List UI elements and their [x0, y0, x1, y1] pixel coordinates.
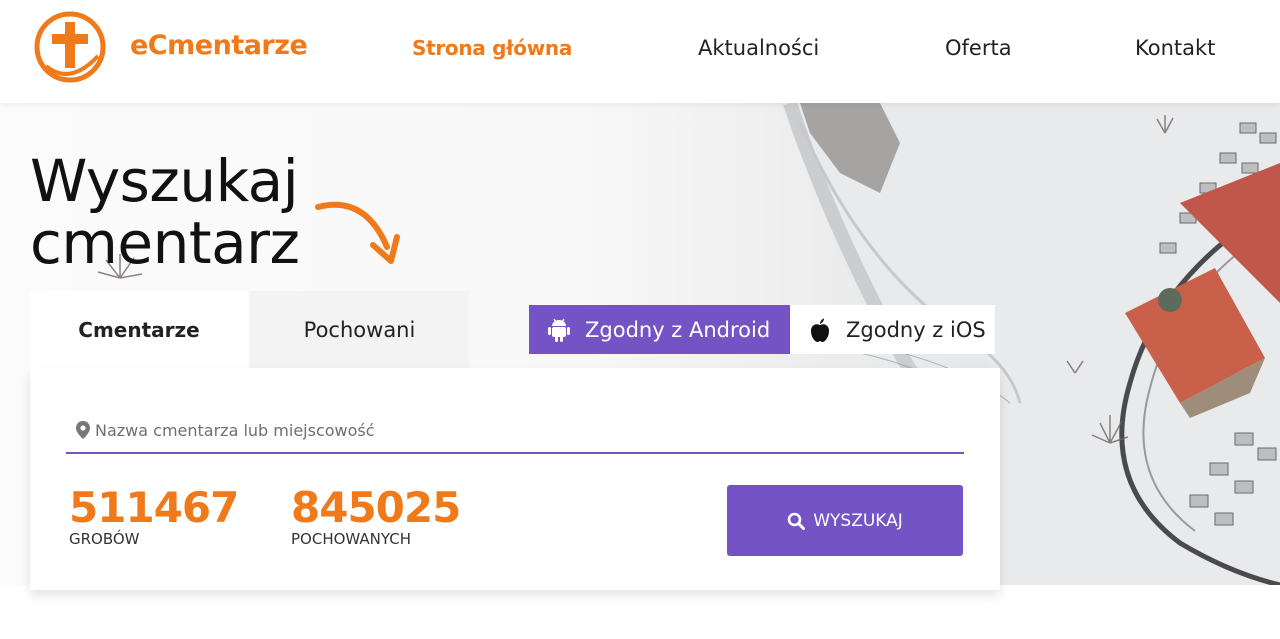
brand-name[interactable]: eCmentarze — [130, 30, 308, 61]
stat-buried-label: POCHOWANYCH — [291, 530, 411, 548]
ios-badge-label: Zgodny z iOS — [846, 317, 986, 342]
search-placeholder: Nazwa cmentarza lub miejscowość — [95, 420, 375, 440]
android-badge-label: Zgodny z Android — [585, 317, 771, 342]
android-icon — [548, 318, 570, 342]
hero-title: Wyszukaj cmentarz — [30, 147, 300, 277]
apple-icon — [811, 318, 829, 342]
search-button[interactable]: WYSZUKAJ — [727, 485, 963, 556]
tab-buried[interactable]: Pochowani — [250, 291, 469, 368]
search-button-label: WYSZUKAJ — [813, 510, 903, 531]
tab-cemeteries[interactable]: Cmentarze — [30, 291, 248, 368]
search-icon — [787, 512, 806, 530]
android-compatible-badge[interactable]: Zgodny z Android — [529, 305, 790, 354]
hero-title-line2: cmentarz — [30, 209, 300, 277]
stat-buried: 845025 POCHOWANYCH — [291, 483, 461, 549]
search-input[interactable]: Nazwa cmentarza lub miejscowość — [66, 408, 964, 454]
ios-compatible-badge[interactable]: Zgodny z iOS — [790, 305, 995, 354]
location-pin-icon — [76, 421, 90, 439]
curved-arrow-icon — [315, 201, 400, 264]
nav-item-home[interactable]: Strona główna — [412, 36, 572, 60]
stat-graves: 511467 GROBÓW — [69, 483, 239, 549]
site-header: eCmentarze Strona główna Aktualności Ofe… — [0, 0, 1280, 103]
nav-item-contact[interactable]: Kontakt — [1135, 36, 1215, 60]
nav-item-offer[interactable]: Oferta — [945, 36, 1012, 60]
cross-in-circle-icon[interactable] — [32, 8, 108, 86]
stat-buried-value: 845025 — [291, 483, 461, 532]
search-panel: Nazwa cmentarza lub miejscowość 511467 G… — [30, 368, 1000, 590]
stat-graves-label: GROBÓW — [69, 530, 140, 548]
hero-title-line1: Wyszukaj — [30, 147, 299, 215]
nav-item-news[interactable]: Aktualności — [698, 36, 819, 60]
stat-graves-value: 511467 — [69, 483, 239, 532]
